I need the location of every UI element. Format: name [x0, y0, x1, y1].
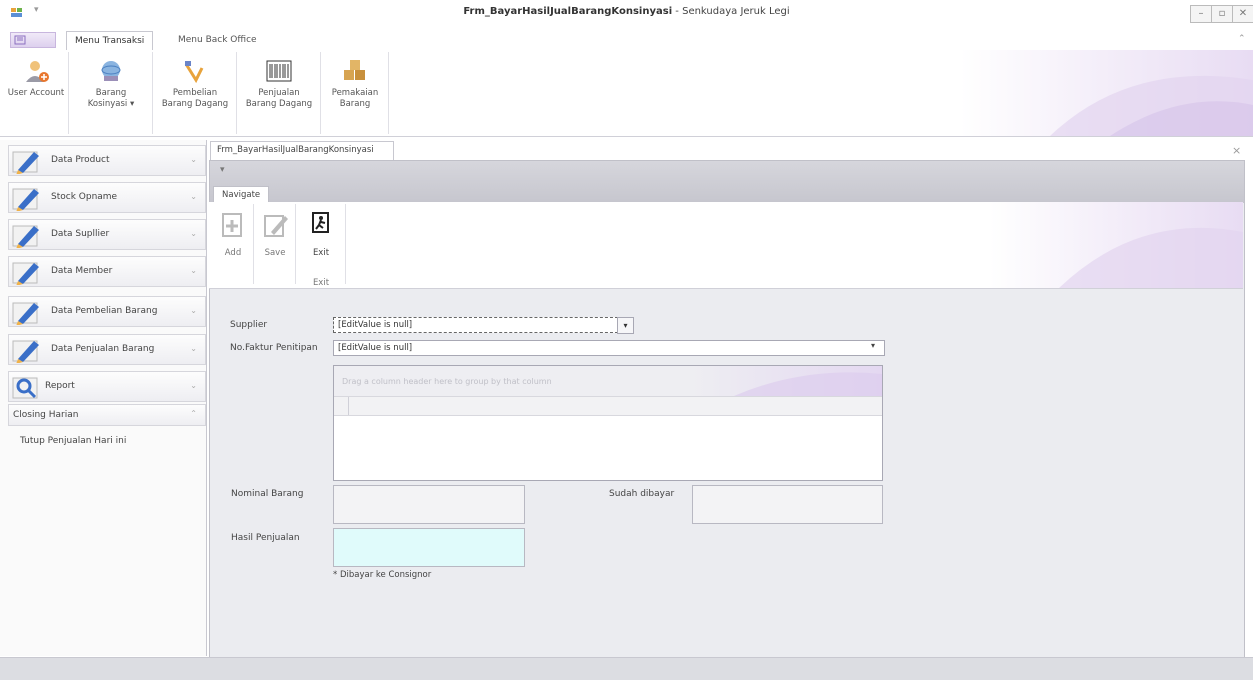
nav-label: Data Pembelian Barang — [51, 306, 158, 316]
nav-data-penjualan[interactable]: Data Penjualan Barang ⌄ — [8, 334, 206, 365]
ribbon-decoration — [960, 50, 1253, 136]
barang-konsinyasi-button[interactable]: Barang Kosinyasi ▾ — [70, 88, 152, 110]
tutup-penjualan-link[interactable]: Tutup Penjualan Hari ini — [20, 436, 126, 446]
exit-icon — [312, 212, 329, 233]
close-window-button[interactable]: ✕ — [1232, 5, 1253, 23]
chevron-down-icon: ⌄ — [190, 381, 197, 390]
document-tab-title: Frm_BayarHasilJualBarangKonsinyasi — [217, 145, 374, 155]
sudah-dibayar-label: Sudah dibayar — [609, 489, 675, 499]
nominal-label: Nominal Barang — [231, 489, 304, 499]
nav-label: Data Penjualan Barang — [51, 344, 155, 354]
barcode-icon — [266, 58, 292, 87]
nav-data-supplier[interactable]: Data Supllier ⌄ — [8, 219, 206, 250]
title-bar: ▾ Frm_BayarHasilJualBarangKonsinyasi - S… — [0, 0, 1253, 28]
magnifier-icon — [12, 377, 38, 399]
pembelian-barang-button[interactable]: Pembelian Barang Dagang — [154, 88, 236, 110]
ribbon: User Account Barang Kosinyasi ▾ Pembelia… — [0, 50, 1253, 137]
chevron-down-icon: ⌄ — [190, 344, 197, 353]
nav-closing-harian[interactable]: Closing Harian ⌃ — [8, 404, 206, 426]
edit-icon — [12, 151, 39, 174]
exit-button[interactable]: Exit Exit — [297, 204, 346, 288]
hasil-penjualan-label: Hasil Penjualan — [231, 533, 300, 543]
exit-group-label: Exit — [312, 278, 330, 288]
ribbon-collapse-icon[interactable]: ⌃ — [1238, 34, 1246, 44]
window-title: Frm_BayarHasilJualBarangKonsinyasi - Sen… — [463, 6, 790, 17]
restore-button[interactable]: ▫ — [1211, 5, 1233, 23]
nominal-barang-field[interactable] — [333, 485, 525, 524]
penjualan-barang-button[interactable]: Penjualan Barang Dagang — [238, 88, 320, 110]
chevron-down-icon: ⌄ — [190, 229, 197, 238]
nav-label: Stock Opname — [51, 192, 118, 202]
chevron-up-icon: ⌃ — [190, 409, 197, 418]
nav-label: Report — [45, 381, 75, 391]
boxes-icon — [342, 58, 368, 87]
add-button[interactable]: Add — [213, 204, 254, 284]
nav-label: Data Member — [51, 266, 113, 276]
ribbon-group-pemakaian: Pemakaian Barang — [322, 52, 389, 134]
minimize-button[interactable]: – — [1190, 5, 1212, 23]
tab-menu-back-office[interactable]: Menu Back Office — [170, 31, 265, 49]
nav-data-pembelian[interactable]: Data Pembelian Barang ⌄ — [8, 296, 206, 327]
purchase-icon — [182, 58, 208, 87]
ribbon-group-barang: Barang Kosinyasi ▾ — [70, 52, 153, 134]
grid-group-hint: Drag a column header here to group by th… — [342, 377, 552, 386]
consignment-goods-icon — [98, 58, 124, 87]
nav-label: Closing Harian — [13, 410, 79, 420]
nav-report[interactable]: Report ⌄ — [8, 371, 206, 402]
add-icon — [222, 213, 242, 237]
chevron-down-icon: ⌄ — [190, 266, 197, 275]
nav-label: Data Supllier — [51, 229, 110, 239]
chevron-down-icon: ⌄ — [190, 306, 197, 315]
inner-quick-access-icon[interactable]: ▾ — [220, 165, 225, 175]
ribbon-group-penjualan: Penjualan Barang Dagang — [238, 52, 321, 134]
application-menu-button[interactable] — [10, 32, 56, 48]
ribbon-group-user: User Account — [4, 52, 69, 134]
user-account-button[interactable]: User Account — [4, 88, 68, 99]
navigation-panel: Data Product ⌄ Stock Opname ⌄ Data Supll… — [0, 140, 207, 656]
document-tab[interactable]: Frm_BayarHasilJualBarangKonsinyasi — [210, 141, 394, 160]
chevron-down-icon: ⌄ — [190, 155, 197, 164]
grid-decoration — [734, 372, 882, 396]
close-document-button[interactable]: × — [1232, 144, 1241, 157]
nav-data-member[interactable]: Data Member ⌄ — [8, 256, 206, 287]
chevron-down-icon: ⌄ — [190, 192, 197, 201]
nav-label: Data Product — [51, 155, 110, 165]
supplier-dropdown-icon[interactable]: ▾ — [617, 317, 634, 334]
faktur-dropdown-icon[interactable]: ▾ — [871, 341, 875, 350]
ribbon-group-pembelian: Pembelian Barang Dagang — [154, 52, 237, 134]
grid-header-row — [334, 396, 882, 416]
tab-menu-transaksi[interactable]: Menu Transaksi — [66, 31, 154, 50]
faktur-combobox[interactable]: [EditValue is null] — [333, 340, 885, 356]
edit-icon — [12, 225, 39, 248]
data-grid: Drag a column header here to group by th… — [333, 365, 883, 481]
pemakaian-barang-button[interactable]: Pemakaian Barang — [322, 88, 388, 110]
save-icon — [264, 215, 288, 237]
consignor-note: * Dibayar ke Consignor — [333, 570, 432, 580]
edit-icon — [12, 188, 39, 211]
hasil-penjualan-field[interactable] — [333, 528, 525, 567]
nav-stock-opname[interactable]: Stock Opname ⌄ — [8, 182, 206, 213]
edit-icon — [12, 262, 39, 285]
grid-indicator-column — [348, 397, 349, 415]
nav-data-product[interactable]: Data Product ⌄ — [8, 145, 206, 176]
inner-ribbon-header — [210, 161, 1244, 203]
inner-ribbon-decoration — [989, 202, 1243, 288]
supplier-label: Supplier — [230, 320, 268, 330]
edit-icon — [12, 340, 39, 363]
supplier-combobox[interactable]: [EditValue is null] — [333, 317, 618, 333]
inner-ribbon: Add Save Exit Exit — [209, 202, 1243, 289]
user-account-icon — [24, 58, 50, 87]
save-button[interactable]: Save — [255, 204, 296, 284]
status-bar — [0, 657, 1253, 680]
faktur-label: No.Faktur Penitipan — [230, 343, 318, 353]
grid-group-panel[interactable]: Drag a column header here to group by th… — [334, 366, 882, 396]
edit-icon — [12, 302, 39, 325]
sudah-dibayar-field[interactable] — [692, 485, 883, 524]
